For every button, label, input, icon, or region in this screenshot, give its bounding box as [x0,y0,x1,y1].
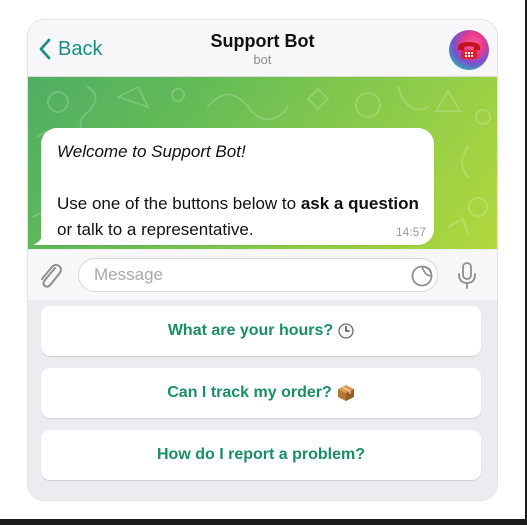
bot-message: Welcome to Support Bot! Use one of the bu… [41,128,434,245]
keyboard-button-label: What are your hours? [167,322,334,339]
message-instruction-end: or talk to a representative. [57,220,254,239]
paperclip-icon[interactable] [38,262,64,290]
keyboard-button-hours[interactable]: What are your hours? [41,306,481,356]
keyboard-button-report-problem[interactable]: How do I report a problem? [41,430,481,480]
chat-background: Welcome to Support Bot! Use one of the bu… [28,77,497,249]
telephone-icon [458,42,480,59]
message-time: 14:57 [395,225,426,239]
chat-window: Back Support Bot bot Welcome to Support … [28,20,497,500]
chat-subtitle: bot [253,52,272,67]
package-icon [337,385,354,401]
sticker-icon[interactable] [411,265,433,287]
keyboard-button-label: How do I report a problem? [156,446,365,463]
composer-bar [28,250,497,300]
message-greeting: Welcome to Support Bot! [57,142,246,161]
clock-icon [338,323,354,339]
chat-title-block[interactable]: Support Bot bot [28,30,497,68]
message-instruction-start: Use one of the buttons below to [57,194,301,213]
frame-edge [0,519,527,525]
keyboard-button-track-order[interactable]: Can I track my order? [41,368,481,418]
chat-header: Back Support Bot bot [28,20,497,77]
message-instruction-bold: ask a question [300,194,419,213]
microphone-icon[interactable] [457,261,477,291]
bubble-tail [33,233,49,245]
message-input[interactable] [78,258,438,292]
message-text: Welcome to Support Bot! Use one of the bu… [57,139,427,243]
avatar[interactable] [449,30,489,70]
bot-keyboard: What are your hours? Can I track my orde… [28,300,497,500]
keyboard-button-label: Can I track my order? [167,384,332,401]
chat-title: Support Bot [210,31,315,51]
